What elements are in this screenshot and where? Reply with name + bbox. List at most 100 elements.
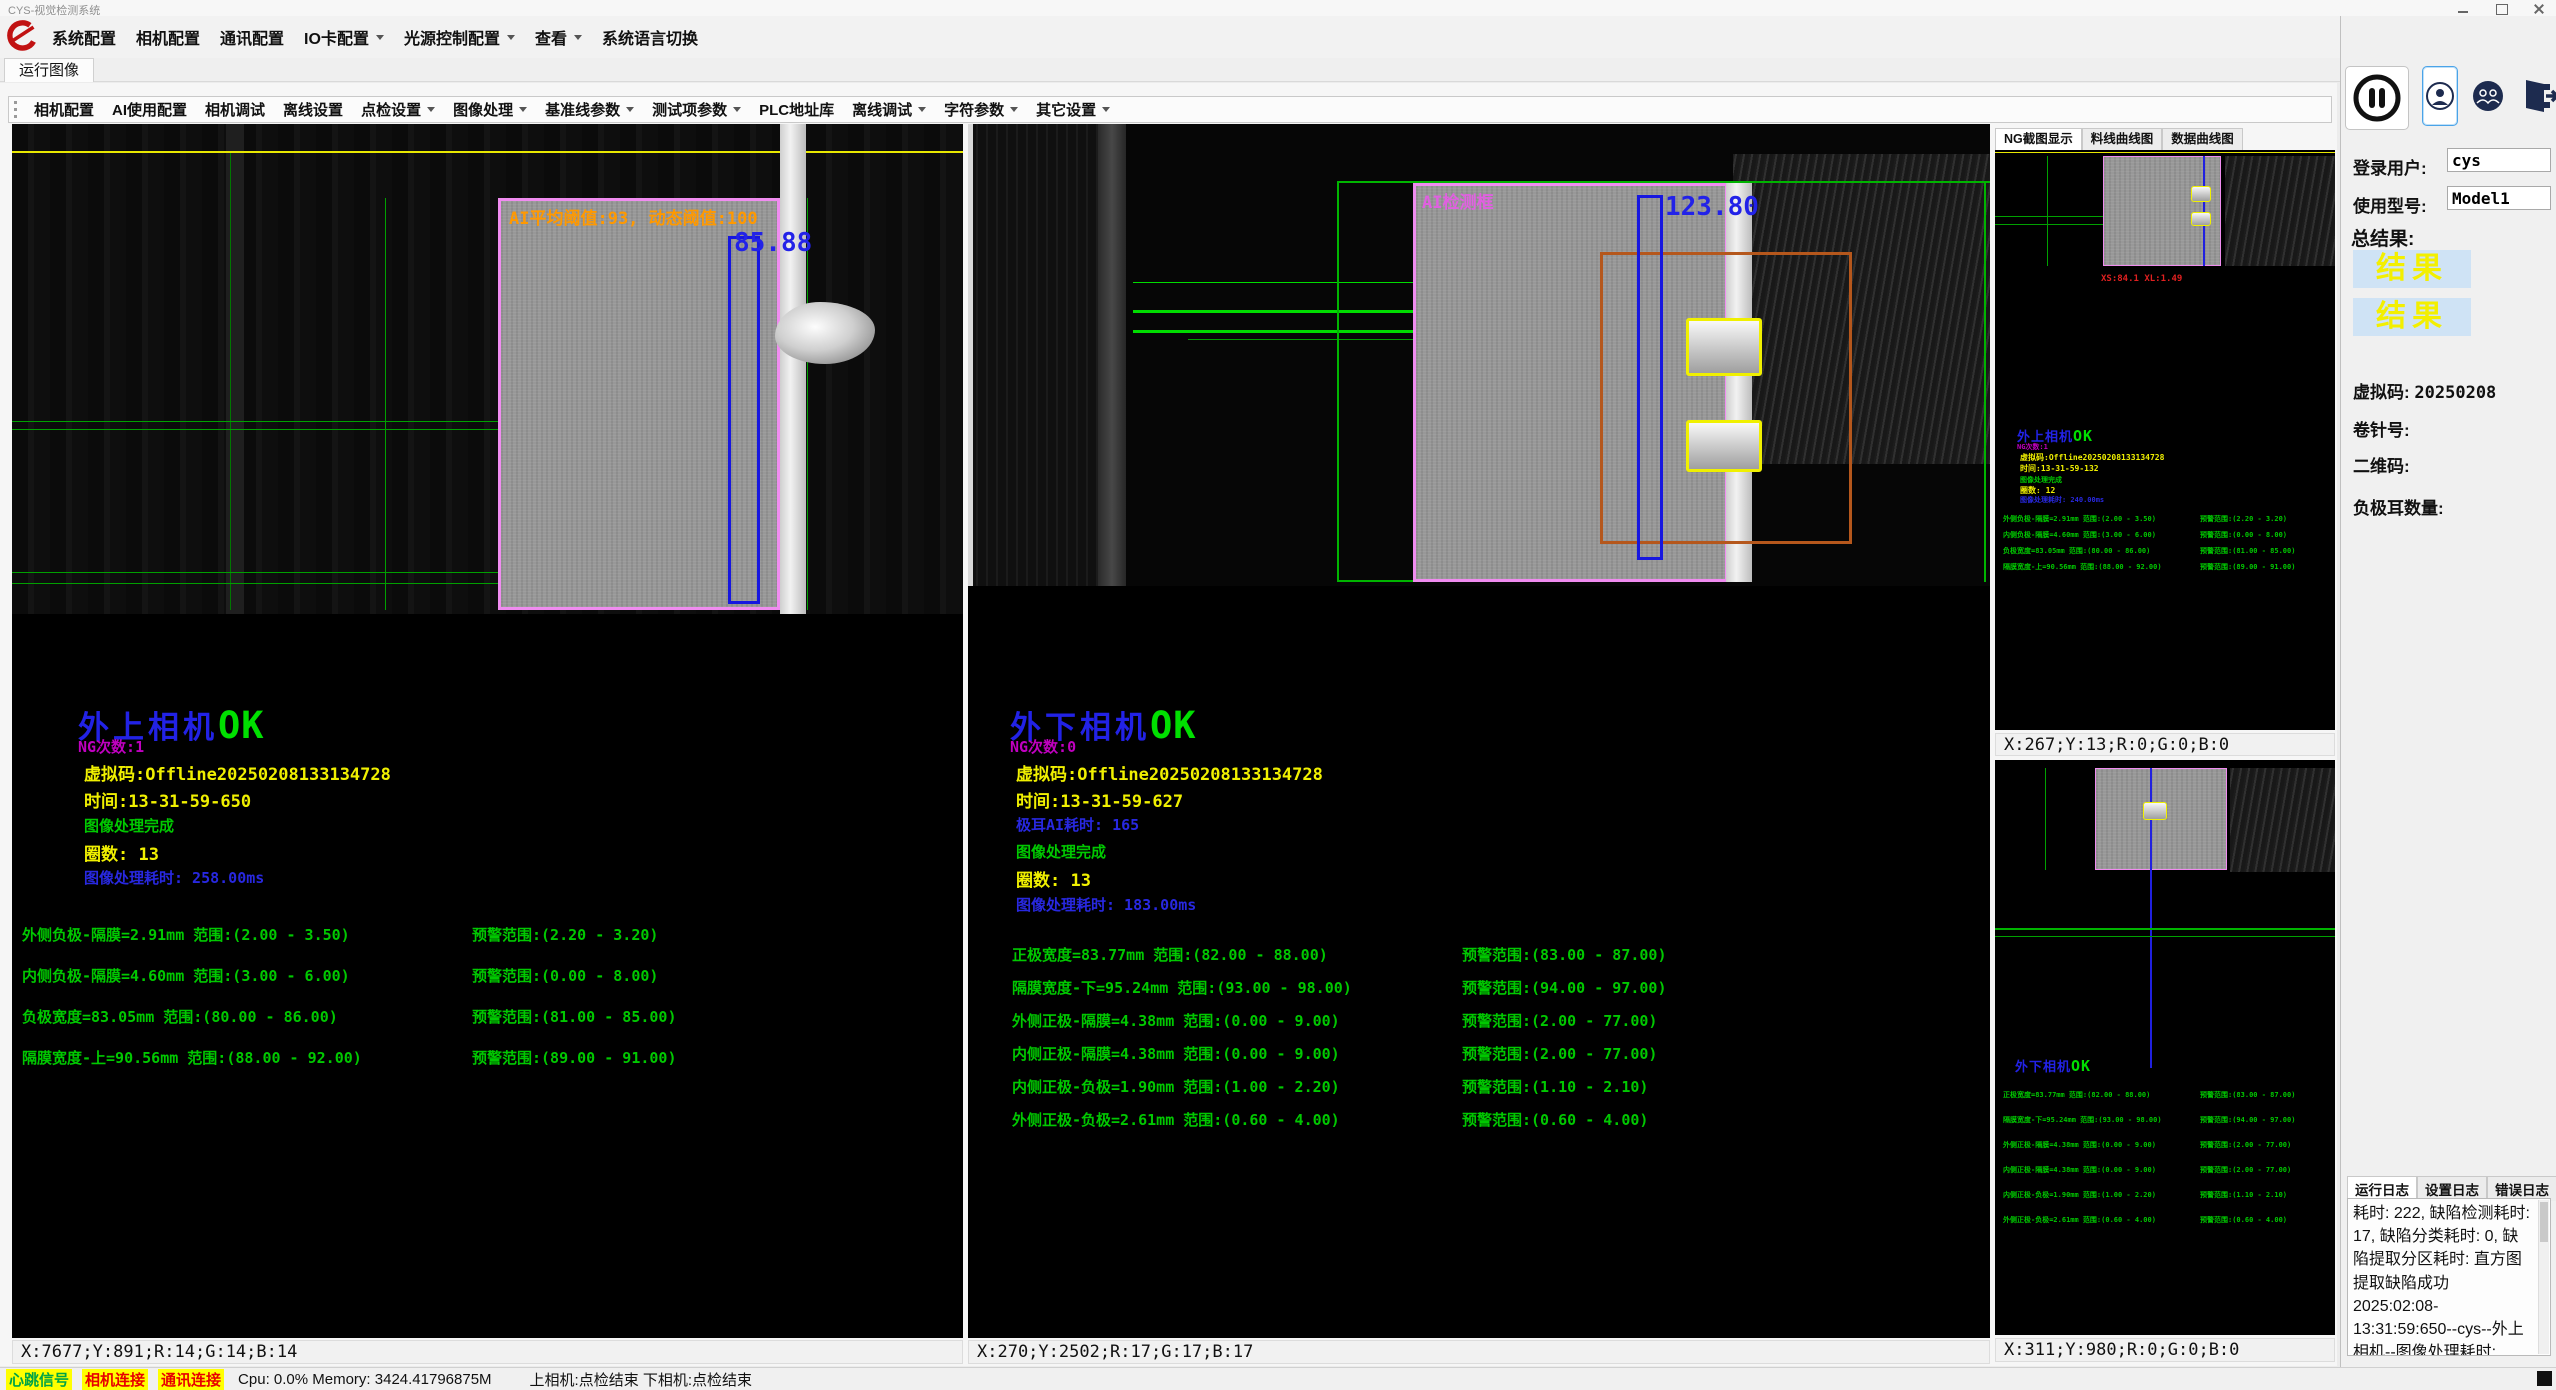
toolbar-item[interactable]: 相机配置 xyxy=(25,99,103,120)
menubar: 系统配置 相机配置 通讯配置 IO卡配置 光源控制配置 xyxy=(0,16,2556,58)
camera-image-lower: AI检测框 123.80 xyxy=(968,124,1990,586)
camera-view-upper[interactable]: AI平均阈值:93, 动态阈值:100 85.88 外上相机OK NG次数:1 … xyxy=(12,124,963,1338)
measurement-row: 负极宽度=83.05mm 范围:(80.00 - 86.00) 预警范围:(81… xyxy=(2003,546,2333,562)
mini-red-metric: XS:84.1 XL:1.49 xyxy=(2101,274,2182,284)
measurement-row: 内侧正极-负极=1.90mm 范围:(1.00 - 2.20) 预警范围:(1.… xyxy=(2003,1190,2333,1215)
toolbar-item[interactable]: PLC地址库 xyxy=(750,99,843,120)
pin-number-label: 卷针号: xyxy=(2353,416,2410,441)
menu-item[interactable]: 系统配置 xyxy=(42,25,126,49)
process-done-label: 图像处理完成 xyxy=(1016,841,1106,862)
chevron-down-icon xyxy=(519,107,527,112)
tab-detect-box-1 xyxy=(1686,318,1762,376)
menu-item[interactable]: 查看 xyxy=(525,25,592,49)
result-badge-lower: 结果 xyxy=(2353,298,2471,336)
measurement-row: 外侧负极-隔膜=2.91mm 范围:(2.00 - 3.50) 预警范围:(2.… xyxy=(22,924,952,965)
pause-button[interactable] xyxy=(2345,66,2409,130)
measurement-row: 正极宽度=83.77mm 范围:(82.00 - 88.00) 预警范围:(83… xyxy=(1012,944,1972,977)
toolbar-item[interactable]: 离线设置 xyxy=(274,99,352,120)
measurement-row: 外侧负极-隔膜=2.91mm 范围:(2.00 - 3.50) 预警范围:(2.… xyxy=(2003,514,2333,530)
toolbar-item[interactable]: 图像处理 xyxy=(444,99,536,120)
logout-icon xyxy=(2520,76,2556,116)
menu-item[interactable]: 通讯配置 xyxy=(210,25,294,49)
measure-box-blue xyxy=(1637,195,1663,560)
menu-item[interactable]: 系统语言切换 xyxy=(592,25,708,49)
qr-code-label: 二维码: xyxy=(2353,452,2410,477)
process-time-label: 图像处理耗时: 258.00ms xyxy=(84,867,264,888)
thumbnail-tab[interactable]: 料线曲线图 xyxy=(2082,128,2163,150)
toolbar-item[interactable]: 其它设置 xyxy=(1027,99,1119,120)
ng-count-label: NG次数:1 xyxy=(78,736,144,757)
ng-snapshot-upper[interactable]: XS:84.1 XL:1.49 外上相机OK NG次数:1 虚拟码:Offlin… xyxy=(1995,150,2335,730)
toolbar-items: 相机配置 AI使用配置 相机调试 离线设置 点检设置 xyxy=(25,99,1119,120)
loop-count-label: 圈数: 13 xyxy=(1016,866,1091,891)
login-user-label: 登录用户: xyxy=(2353,154,2427,179)
toolbar-item[interactable]: 离线调试 xyxy=(843,99,935,120)
chevron-down-icon xyxy=(626,107,634,112)
minimize-icon[interactable] xyxy=(2456,3,2470,14)
toolbar-item[interactable]: 测试项参数 xyxy=(643,99,750,120)
function-toolbar: 相机配置 AI使用配置 相机调试 离线设置 点检设置 xyxy=(8,96,2332,123)
toolbar-item[interactable]: 字符参数 xyxy=(935,99,1027,120)
user-login-button[interactable] xyxy=(2422,66,2458,126)
measurement-row: 隔膜宽度-上=90.56mm 范围:(88.00 - 92.00) 预警范围:(… xyxy=(22,1047,952,1088)
cpu-memory-status: Cpu: 0.0% Memory: 3424.41796875M xyxy=(238,1371,491,1388)
measure-box-blue xyxy=(728,236,760,604)
exit-button[interactable] xyxy=(2518,66,2556,126)
measurement-row: 正极宽度=83.77mm 范围:(82.00 - 88.00) 预警范围:(83… xyxy=(2003,1090,2333,1115)
model-input[interactable] xyxy=(2447,186,2551,210)
toolbar-item[interactable]: 基准线参数 xyxy=(536,99,643,120)
process-done-label: 图像处理完成 xyxy=(84,815,174,836)
camera-check-status: 上相机:点检结束 下相机:点检结束 xyxy=(530,1369,753,1390)
chevron-down-icon xyxy=(1102,107,1110,112)
measurement-row: 外侧正极-负极=2.61mm 范围:(0.60 - 4.00) 预警范围:(0.… xyxy=(2003,1215,2333,1240)
log-text-area[interactable]: 耗时: 222, 缺陷检测耗时: 17, 缺陷分类耗时: 0, 缺陷提取分区耗时… xyxy=(2347,1198,2551,1356)
corner-widget xyxy=(2537,1371,2552,1386)
users-icon xyxy=(2472,80,2504,112)
log-scrollbar[interactable] xyxy=(2538,1200,2549,1354)
camera-view-lower[interactable]: AI检测框 123.80 外下相机OK NG次数:0 虚拟码:Offline20… xyxy=(968,124,1990,1338)
measurement-row: 负极宽度=83.05mm 范围:(80.00 - 86.00) 预警范围:(81… xyxy=(22,1006,952,1047)
tab-run-image[interactable]: 运行图像 xyxy=(4,58,94,82)
menu-item[interactable]: 相机配置 xyxy=(126,25,210,49)
mini-measurement-list: 正极宽度=83.77mm 范围:(82.00 - 88.00) 预警范围:(83… xyxy=(2003,1090,2333,1240)
measurement-row: 内侧负极-隔膜=4.60mm 范围:(3.00 - 6.00) 预警范围:(0.… xyxy=(22,965,952,1006)
measure-value-blue: 123.80 xyxy=(1665,192,1759,222)
measurement-row: 隔膜宽度-下=95.24mm 范围:(93.00 - 98.00) 预警范围:(… xyxy=(1012,977,1972,1010)
log-text: 耗时: 222, 缺陷检测耗时: 17, 缺陷分类耗时: 0, 缺陷提取分区耗时… xyxy=(2353,1205,2530,1356)
measurement-row: 内侧正极-负极=1.90mm 范围:(1.00 - 2.20) 预警范围:(1.… xyxy=(1012,1076,1972,1109)
menu-items: 系统配置 相机配置 通讯配置 IO卡配置 光源控制配置 xyxy=(42,25,708,49)
virtual-code-label: 虚拟码:Offline20250208133134728 xyxy=(1016,760,1323,785)
mini-measurement-list: 外侧负极-隔膜=2.91mm 范围:(2.00 - 3.50) 预警范围:(2.… xyxy=(2003,514,2333,578)
maximize-icon[interactable] xyxy=(2494,3,2508,14)
login-user-input[interactable] xyxy=(2447,148,2551,172)
time-label: 时间:13-31-59-627 xyxy=(1016,787,1183,812)
main-tab-row: 运行图像 xyxy=(0,58,2556,82)
measurement-list-lower: 正极宽度=83.77mm 范围:(82.00 - 88.00) 预警范围:(83… xyxy=(1012,944,1972,1142)
chevron-down-icon xyxy=(376,35,384,40)
user-manage-button[interactable] xyxy=(2471,66,2505,126)
pixel-coords-lower: X:270;Y:2502;R:17;G:17;B:17 xyxy=(968,1340,1990,1364)
thumbnail-tab[interactable]: 数据曲线图 xyxy=(2162,128,2243,150)
virtual-code-value: 20250208 xyxy=(2414,383,2496,403)
measurement-row: 内侧正极-隔膜=4.38mm 范围:(0.00 - 9.00) 预警范围:(2.… xyxy=(1012,1043,1972,1076)
thumbnail-tab[interactable]: NG截图显示 xyxy=(1995,128,2082,150)
toolbar-item[interactable]: 点检设置 xyxy=(352,99,444,120)
baseline-yellow xyxy=(12,151,963,153)
chevron-down-icon xyxy=(733,107,741,112)
chevron-down-icon xyxy=(574,35,582,40)
model-label: 使用型号: xyxy=(2353,192,2427,217)
menu-item[interactable]: IO卡配置 xyxy=(294,25,394,49)
status-ok-label: OK xyxy=(218,704,265,747)
comm-connect-status: 通讯连接 xyxy=(158,1369,224,1390)
ng-snapshot-lower[interactable]: 外下相机OK 正极宽度=83.77mm 范围:(82.00 - 88.00) 预… xyxy=(1995,760,2335,1335)
measurement-row: 隔膜宽度-上=90.56mm 范围:(88.00 - 92.00) 预警范围:(… xyxy=(2003,562,2333,578)
electrode-tab-image xyxy=(775,302,875,364)
close-icon[interactable] xyxy=(2532,3,2546,14)
camera-image-upper: AI平均阈值:93, 动态阈值:100 85.88 xyxy=(12,124,963,614)
measurement-row: 隔膜宽度-下=95.24mm 范围:(93.00 - 98.00) 预警范围:(… xyxy=(2003,1115,2333,1140)
toolbar-item[interactable]: 相机调试 xyxy=(196,99,274,120)
measurement-row: 外侧正极-负极=2.61mm 范围:(0.60 - 4.00) 预警范围:(0.… xyxy=(1012,1109,1972,1142)
menu-item[interactable]: 光源控制配置 xyxy=(394,25,525,49)
toolbar-item[interactable]: AI使用配置 xyxy=(103,99,196,120)
result-badge-upper: 结果 xyxy=(2353,250,2471,288)
